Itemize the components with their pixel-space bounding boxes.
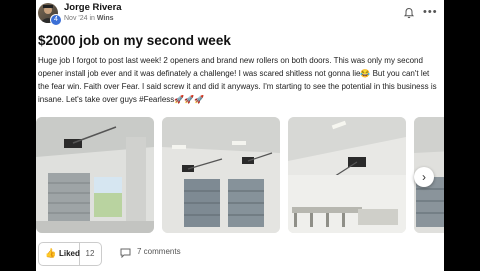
more-options-icon[interactable]: ••• (423, 6, 438, 18)
post-header: 4 Jorge Rivera Nov '24 in Wins ••• (36, 0, 444, 28)
post-date: Nov '24 (64, 15, 88, 22)
in-text: in (89, 15, 95, 22)
photo-1[interactable] (36, 117, 154, 233)
photo-carousel (36, 117, 444, 237)
carousel-next-button[interactable]: › (414, 167, 434, 187)
photo-2[interactable] (162, 117, 280, 233)
bell-icon[interactable] (403, 7, 415, 19)
post-body: Huge job I forgot to post last week! 2 o… (38, 56, 437, 104)
post-title: $2000 job on my second week (38, 33, 231, 48)
comment-icon (120, 248, 131, 258)
thumbs-up-icon: 👍 (45, 248, 57, 258)
post-footer: 👍 Liked 12 7 comments (36, 240, 444, 268)
comments-link[interactable]: 7 comments (137, 247, 181, 256)
photo-3[interactable] (288, 117, 406, 233)
post-card: 4 Jorge Rivera Nov '24 in Wins ••• $2000… (36, 0, 444, 271)
like-button[interactable]: 👍 Liked (38, 242, 80, 266)
category-link[interactable]: Wins (97, 15, 114, 22)
author-name[interactable]: Jorge Rivera (64, 2, 122, 13)
level-badge: 4 (50, 14, 62, 26)
like-count[interactable]: 12 (79, 242, 102, 266)
like-label: Liked (59, 249, 80, 258)
post-meta: Nov '24 in Wins (64, 15, 114, 22)
